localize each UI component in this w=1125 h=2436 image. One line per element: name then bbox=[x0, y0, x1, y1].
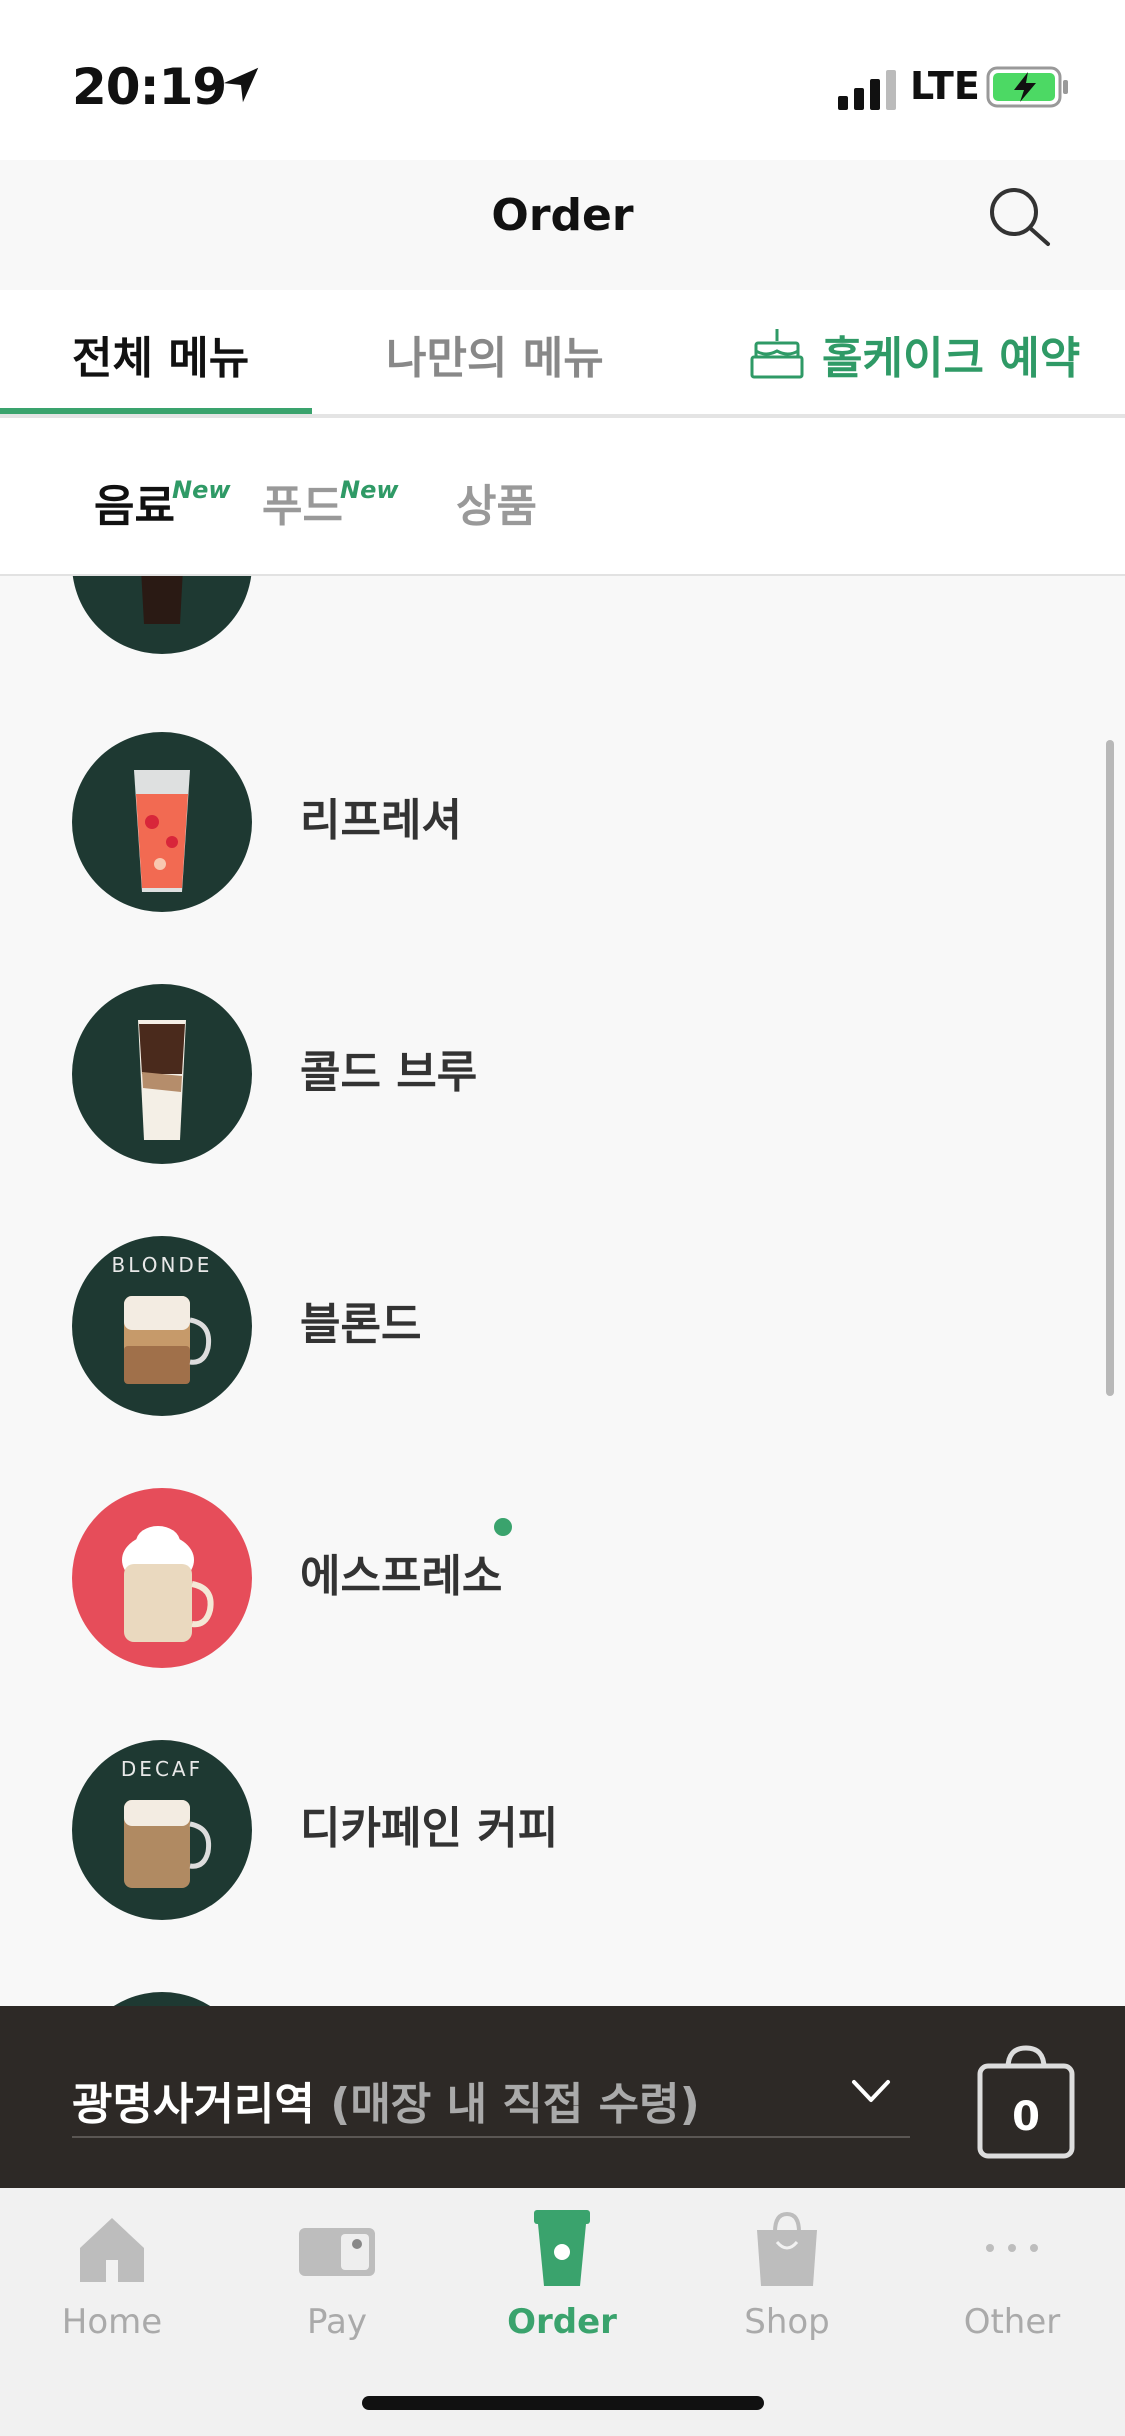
new-badge: New bbox=[172, 476, 231, 504]
subtab-goods[interactable]: 상품 bbox=[456, 470, 537, 534]
list-item-cold-brew[interactable]: 콜드 브루 bbox=[0, 974, 1125, 1174]
scrollbar[interactable] bbox=[1106, 740, 1114, 1396]
list-item[interactable] bbox=[0, 1982, 1125, 2006]
nav-shop[interactable]: Shop bbox=[702, 2208, 872, 2342]
list-item-espresso[interactable]: 에스프레소 bbox=[0, 1478, 1125, 1678]
store-name-text: 광명사거리역 bbox=[72, 2079, 315, 2130]
cup-icon bbox=[534, 2210, 590, 2286]
store-selector[interactable]: 광명사거리역 (매장 내 직접 수령) 0 bbox=[0, 2006, 1125, 2188]
network-type: LTE bbox=[910, 64, 980, 108]
nav-other-label: Other bbox=[963, 2302, 1061, 2342]
menu-thumbnail: DECAF bbox=[72, 1740, 252, 1920]
list-item-decaf[interactable]: DECAF 디카페인 커피 bbox=[0, 1730, 1125, 1930]
nav-shop-label: Shop bbox=[744, 2302, 830, 2342]
menu-item-label: 디카페인 커피 bbox=[300, 1803, 559, 1854]
blonde-badge-text: BLONDE bbox=[112, 1253, 213, 1277]
tab-whole-cake[interactable]: 홀케이크 예약 bbox=[748, 322, 1080, 386]
status-time: 20:19 bbox=[72, 58, 227, 116]
list-item-blonde[interactable]: BLONDE 블론드 bbox=[0, 1226, 1125, 1426]
category-tabs: 음료 New 푸드 New 상품 bbox=[0, 418, 1125, 576]
menu-item-label: 콜드 브루 bbox=[300, 1047, 478, 1098]
battery-charging-icon bbox=[986, 66, 1068, 108]
signal-icon bbox=[838, 70, 896, 110]
menu-thumbnail bbox=[72, 732, 252, 912]
card-icon bbox=[299, 2228, 375, 2276]
location-arrow-icon bbox=[223, 67, 259, 103]
menu-thumbnail bbox=[72, 1488, 252, 1668]
tab-my-menu[interactable]: 나만의 메뉴 bbox=[386, 322, 604, 386]
menu-thumbnail bbox=[72, 984, 252, 1164]
menu-thumbnail bbox=[72, 1992, 252, 2006]
store-underline bbox=[72, 2136, 910, 2138]
decaf-badge-text: DECAF bbox=[121, 1757, 203, 1781]
new-indicator-dot bbox=[494, 1518, 512, 1536]
cart-count: 0 bbox=[1012, 2094, 1040, 2140]
menu-item-label: 리프레셔 bbox=[300, 795, 462, 846]
nav-other[interactable]: Other bbox=[927, 2208, 1097, 2342]
chevron-down-icon[interactable] bbox=[848, 2072, 894, 2112]
menu-item-label: 에스프레소 bbox=[300, 1551, 503, 1602]
more-dots-icon bbox=[986, 2244, 1038, 2252]
search-icon[interactable] bbox=[984, 182, 1056, 254]
home-indicator[interactable] bbox=[362, 2396, 764, 2410]
store-name: 광명사거리역 (매장 내 직접 수령) bbox=[72, 2068, 700, 2132]
menu-thumbnail bbox=[72, 576, 252, 654]
nav-home-label: Home bbox=[61, 2302, 163, 2342]
subtab-food[interactable]: 푸드 bbox=[262, 470, 343, 534]
nav-pay-label: Pay bbox=[307, 2302, 367, 2342]
status-bar: 20:19 LTE bbox=[0, 0, 1125, 160]
menu-thumbnail: BLONDE bbox=[72, 1236, 252, 1416]
shopping-bag-icon bbox=[757, 2211, 817, 2286]
home-icon bbox=[80, 2218, 144, 2282]
main-tabs: 전체 메뉴 나만의 메뉴 홀케이크 예약 bbox=[0, 290, 1125, 418]
page-title: Order bbox=[491, 190, 634, 241]
pickup-type: (매장 내 직접 수령) bbox=[330, 2079, 700, 2130]
nav-order[interactable]: Order bbox=[477, 2208, 647, 2342]
nav-order-label: Order bbox=[507, 2302, 617, 2342]
nav-pay[interactable]: Pay bbox=[252, 2208, 422, 2342]
list-item[interactable] bbox=[0, 576, 1125, 664]
tab-all-menu[interactable]: 전체 메뉴 bbox=[72, 322, 249, 386]
menu-item-label: 블론드 bbox=[300, 1299, 422, 1350]
list-item-refresher[interactable]: 리프레셔 bbox=[0, 722, 1125, 922]
cake-icon bbox=[750, 329, 804, 379]
subtab-drink[interactable]: 음료 bbox=[94, 470, 175, 534]
menu-list: 리프레셔 콜드 브루 BLONDE 블론드 에스프레소 DECAF 디카페인 커… bbox=[0, 576, 1125, 2006]
new-badge: New bbox=[340, 476, 399, 504]
nav-home[interactable]: Home bbox=[27, 2208, 197, 2342]
tab-whole-cake-label: 홀케이크 예약 bbox=[822, 333, 1081, 384]
